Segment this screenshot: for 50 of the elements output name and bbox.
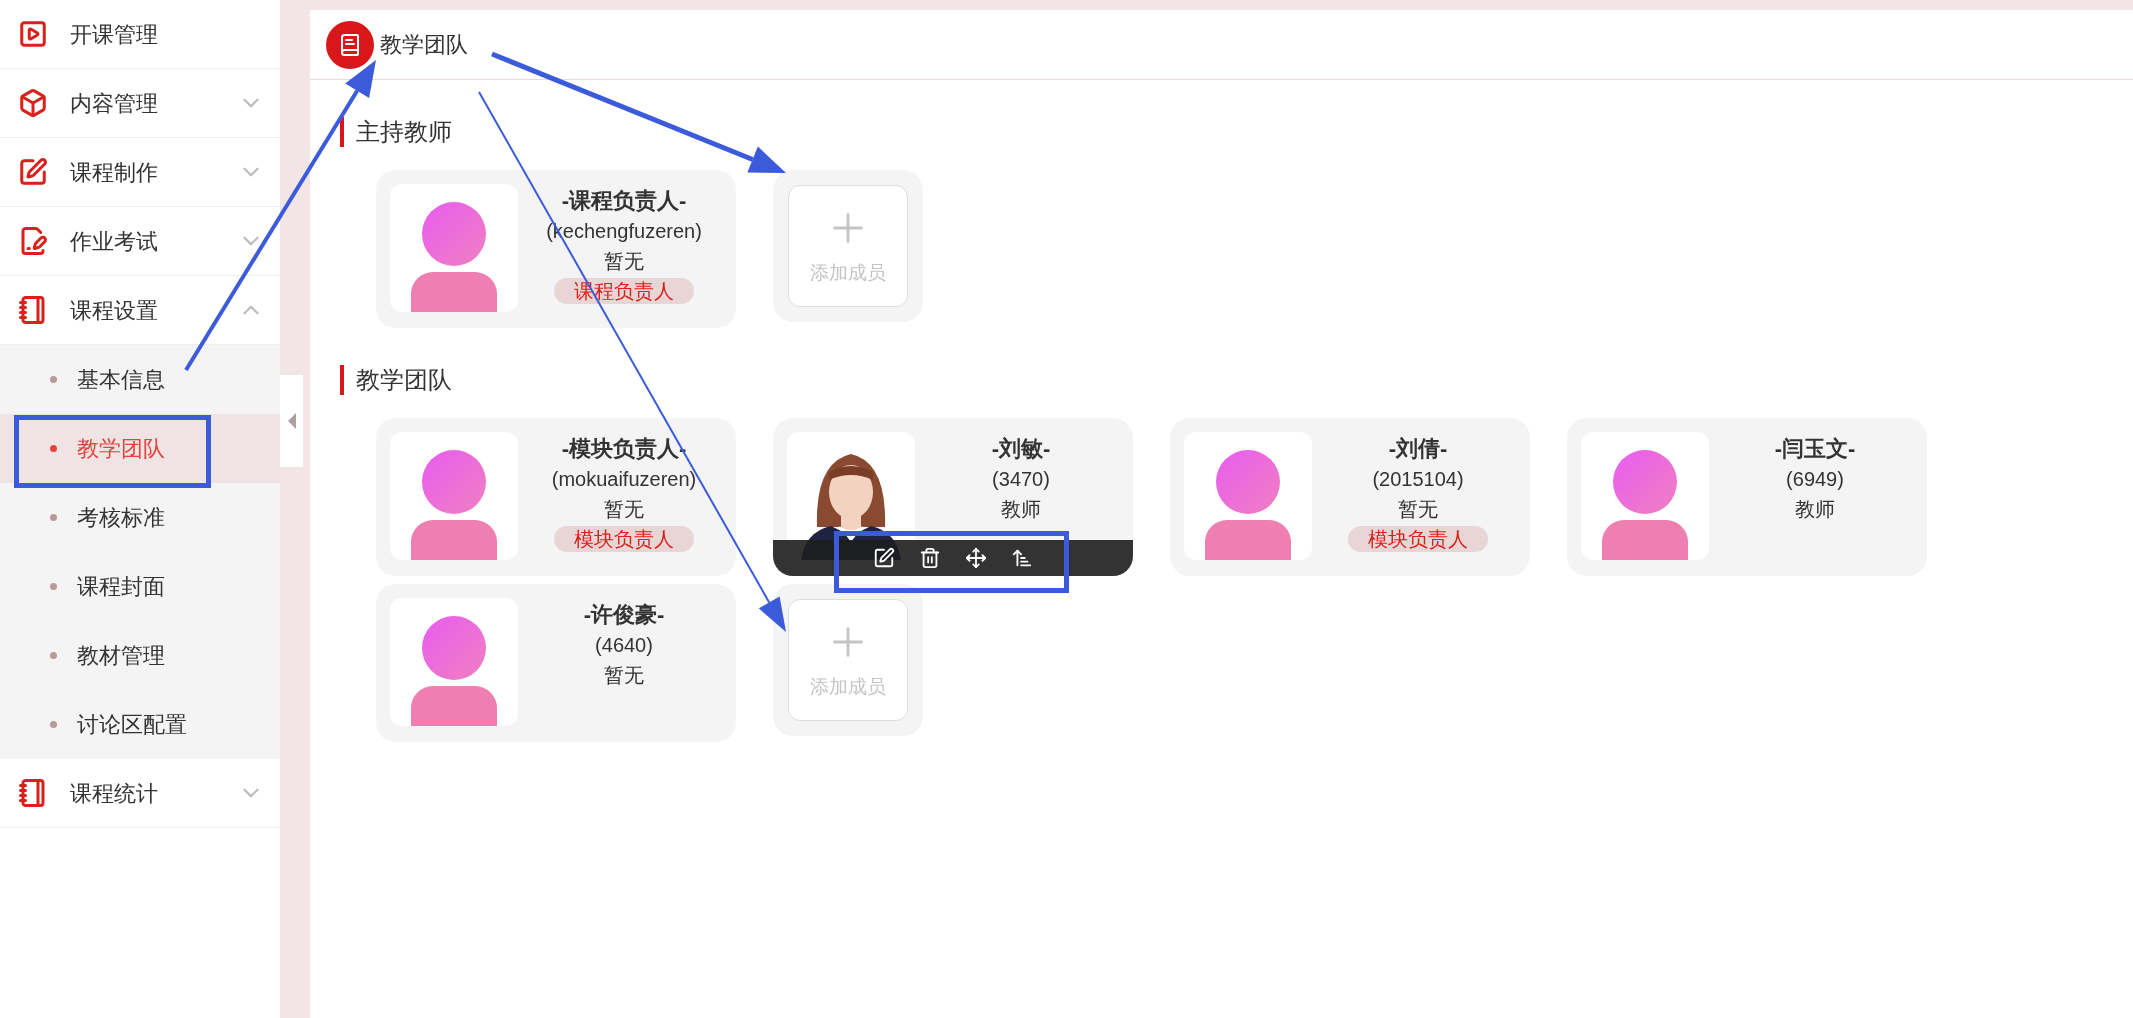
bullet-icon — [50, 376, 57, 383]
member-name: -刘敏- — [991, 435, 1051, 463]
section-bar — [340, 117, 344, 147]
sort-icon[interactable] — [1011, 547, 1033, 569]
bullet-icon — [50, 514, 57, 521]
member-title: 暂无 — [604, 663, 644, 688]
collapse-handle[interactable] — [280, 375, 303, 467]
member-card[interactable]: -闫玉文- (6949) 教师 — [1567, 418, 1927, 576]
section-title: 教学团队 — [356, 365, 452, 395]
member-name: -闫玉文- — [1774, 435, 1856, 463]
member-id: (mokuaifuzeren) — [551, 467, 697, 492]
edit-icon — [18, 157, 48, 187]
sidebar-subitem[interactable]: 教材管理 — [0, 621, 280, 690]
member-card[interactable]: -刘倩- (2015104) 暂无 模块负责人 — [1170, 418, 1530, 576]
member-id: (4640) — [595, 633, 653, 658]
bullet-icon — [50, 652, 57, 659]
page-title: 教学团队 — [380, 31, 468, 59]
book-icon — [18, 778, 48, 808]
member-id: (3470) — [992, 467, 1050, 492]
sidebar-subitem[interactable]: 课程封面 — [0, 552, 280, 621]
cube-icon — [18, 88, 48, 118]
delete-icon[interactable] — [919, 547, 941, 569]
sidebar-subitem[interactable]: 讨论区配置 — [0, 690, 280, 759]
book-icon — [18, 295, 48, 325]
member-title: 教师 — [1795, 497, 1835, 522]
member-card[interactable]: -许俊豪- (4640) 暂无 — [376, 584, 736, 742]
role-tag: 模块负责人 — [554, 526, 694, 552]
sidebar-subitem[interactable]: 基本信息 — [0, 345, 280, 414]
triangle-left-icon — [287, 413, 296, 429]
sidebar-subitem[interactable]: 考核标准 — [0, 483, 280, 552]
role-tag: 模块负责人 — [1348, 526, 1488, 552]
section-title: 主持教师 — [356, 117, 452, 147]
member-card[interactable]: -刘敏- (3470) 教师 — [773, 418, 1133, 576]
member-name: -课程负责人- — [561, 187, 687, 215]
section-bar — [340, 365, 344, 395]
member-title: 教师 — [1001, 497, 1041, 522]
member-name: -刘倩- — [1388, 435, 1448, 463]
role-tag: 课程负责人 — [554, 278, 694, 304]
bullet-icon — [50, 583, 57, 590]
bullet-icon — [50, 445, 57, 452]
member-title: 暂无 — [604, 497, 644, 522]
bullet-icon — [50, 721, 57, 728]
member-id: (2015104) — [1372, 467, 1464, 492]
member-title: 暂无 — [1398, 497, 1438, 522]
member-name: -许俊豪- — [583, 601, 665, 629]
page-icon — [326, 20, 374, 69]
edit-icon[interactable] — [873, 547, 895, 569]
move-icon[interactable] — [965, 547, 987, 569]
member-title: 暂无 — [604, 249, 644, 274]
member-id: (6949) — [1786, 467, 1844, 492]
